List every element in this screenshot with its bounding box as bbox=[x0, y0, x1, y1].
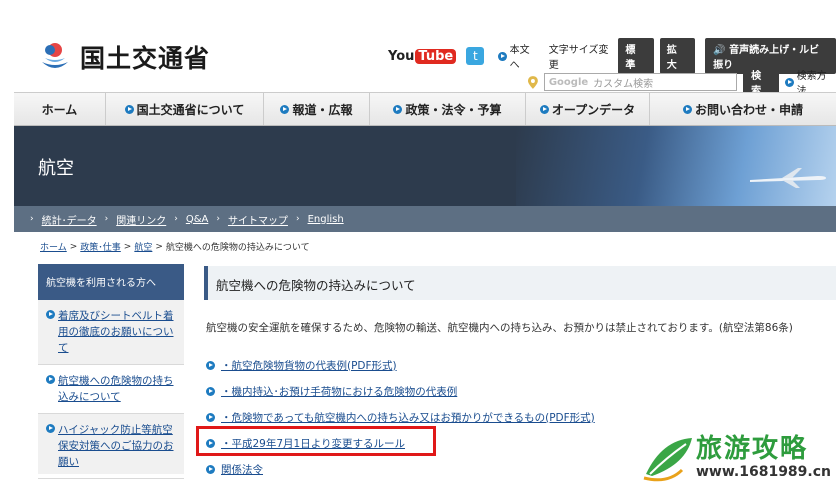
page-title: 航空機への危険物の持込みについて bbox=[204, 266, 836, 300]
list-item: 関係法令 bbox=[206, 456, 595, 482]
arrow-bullet-icon bbox=[393, 104, 403, 114]
nav-item-opendata[interactable]: オープンデータ bbox=[526, 93, 650, 125]
section-title: 航空 bbox=[38, 158, 74, 179]
search-placeholder: カスタム検索 bbox=[593, 78, 654, 90]
sidebar-heading: 航空機を利用される方へ bbox=[38, 264, 184, 300]
arrow-bullet-icon bbox=[498, 51, 507, 61]
search-input[interactable]: Google カスタム検索 bbox=[543, 73, 738, 91]
airplane-icon bbox=[750, 168, 826, 188]
location-pin-icon bbox=[528, 75, 538, 89]
intro-text: 航空機の安全運航を確保するため、危険物の輸送、航空機内への持ち込み、お預かりは禁… bbox=[206, 322, 793, 334]
subnav-link-english[interactable]: English bbox=[308, 214, 344, 225]
chevron-right-icon: › bbox=[216, 214, 220, 224]
document-links: ・航空危険物貨物の代表例(PDF形式) ・機内持込･お預け手荷物における危険物の… bbox=[206, 352, 595, 482]
breadcrumb-current: 航空機への危険物の持込みについて bbox=[165, 243, 310, 253]
chevron-right-icon: › bbox=[30, 214, 34, 224]
arrow-bullet-icon bbox=[46, 424, 55, 433]
breadcrumb-home[interactable]: ホーム bbox=[40, 240, 67, 253]
link-baggage-examples[interactable]: ・機内持込･お預け手荷物における危険物の代表例 bbox=[221, 384, 457, 399]
arrow-bullet-icon bbox=[206, 386, 215, 396]
arrow-bullet-icon bbox=[682, 104, 692, 114]
link-dangerous-cargo-pdf[interactable]: ・航空危険物貨物の代表例(PDF形式) bbox=[221, 358, 397, 373]
link-related-laws[interactable]: 関係法令 bbox=[221, 462, 263, 477]
nav-item-press[interactable]: 報道・広報 bbox=[264, 93, 370, 125]
global-nav: ホーム 国土交通省について 報道・広報 政策・法令・予算 オープンデータ お問い… bbox=[14, 92, 836, 126]
breadcrumb-aviation[interactable]: 航空 bbox=[134, 240, 152, 253]
arrow-bullet-icon bbox=[539, 104, 549, 114]
list-item: ・航空危険物貨物の代表例(PDF形式) bbox=[206, 352, 595, 378]
sidebar-item-dangerous-goods[interactable]: 航空機への危険物の持ち込みについて bbox=[38, 365, 184, 414]
subnav-link-sitemap[interactable]: サイトマップ bbox=[228, 212, 288, 227]
arrow-bullet-icon bbox=[206, 464, 215, 474]
arrow-bullet-icon bbox=[206, 360, 215, 370]
highlight-box bbox=[196, 426, 436, 456]
arrow-bullet-icon bbox=[280, 104, 290, 114]
breadcrumb: ホーム > 政策･仕事 > 航空 > 航空機への危険物の持込みについて bbox=[40, 240, 310, 254]
breadcrumb-policy[interactable]: 政策･仕事 bbox=[80, 240, 121, 253]
arrow-bullet-icon bbox=[46, 310, 55, 319]
watermark-title: 旅游攻略 bbox=[696, 434, 809, 464]
nav-item-about[interactable]: 国土交通省について bbox=[106, 93, 264, 125]
sub-nav: › 統計･データ › 関連リンク › Q&A › サイトマップ › English bbox=[14, 206, 836, 232]
link-permitted-items-pdf[interactable]: ・危険物であっても航空機内への持ち込み又はお預かりができるもの(PDF形式) bbox=[221, 410, 595, 425]
subnav-link-qa[interactable]: Q&A bbox=[186, 214, 209, 225]
youtube-icon[interactable]: You Tube bbox=[388, 48, 457, 64]
logo-text: 国土交通省 bbox=[80, 44, 211, 73]
arrow-bullet-icon bbox=[784, 77, 794, 87]
site-header: 国土交通省 You Tube t 本文へ 文字サイズ変更 標 準 拡 大 🔊 音声… bbox=[0, 0, 836, 100]
sidebar-item-hijack-prevention[interactable]: ハイジャック防止等航空保安対策へのご協力のお願い bbox=[38, 414, 184, 479]
chevron-right-icon: › bbox=[295, 214, 300, 224]
arrow-bullet-icon bbox=[46, 375, 55, 384]
mlit-logo[interactable]: 国土交通省 bbox=[36, 38, 210, 76]
section-banner: 航空 bbox=[14, 126, 836, 206]
list-item: ・機内持込･お預け手荷物における危険物の代表例 bbox=[206, 378, 595, 404]
watermark: 旅游攻略 www.1681989.cn bbox=[640, 428, 836, 490]
subnav-link-related[interactable]: 関連リンク bbox=[116, 212, 166, 227]
nav-item-policy[interactable]: 政策・法令・予算 bbox=[370, 93, 526, 125]
arrow-bullet-icon bbox=[206, 412, 215, 422]
leaf-logo-icon bbox=[643, 438, 692, 482]
subnav-link-stats[interactable]: 統計･データ bbox=[42, 212, 97, 227]
google-label: Google bbox=[548, 76, 589, 88]
watermark-url: www.1681989.cn bbox=[696, 464, 831, 480]
twitter-icon[interactable]: t bbox=[466, 47, 485, 65]
sidebar-item-seatbelt[interactable]: 着席及びシートベルト着用の徹底のお願いについて bbox=[38, 300, 184, 365]
chevron-right-icon: › bbox=[104, 214, 109, 224]
arrow-bullet-icon bbox=[124, 104, 134, 114]
nav-item-contact[interactable]: お問い合わせ・申請 bbox=[650, 93, 836, 125]
chevron-right-icon: › bbox=[174, 214, 178, 224]
nav-item-home[interactable]: ホーム bbox=[14, 93, 106, 125]
mlit-emblem-icon bbox=[36, 38, 74, 76]
sidebar: 航空機を利用される方へ 着席及びシートベルト着用の徹底のお願いについて 航空機へ… bbox=[38, 264, 184, 479]
